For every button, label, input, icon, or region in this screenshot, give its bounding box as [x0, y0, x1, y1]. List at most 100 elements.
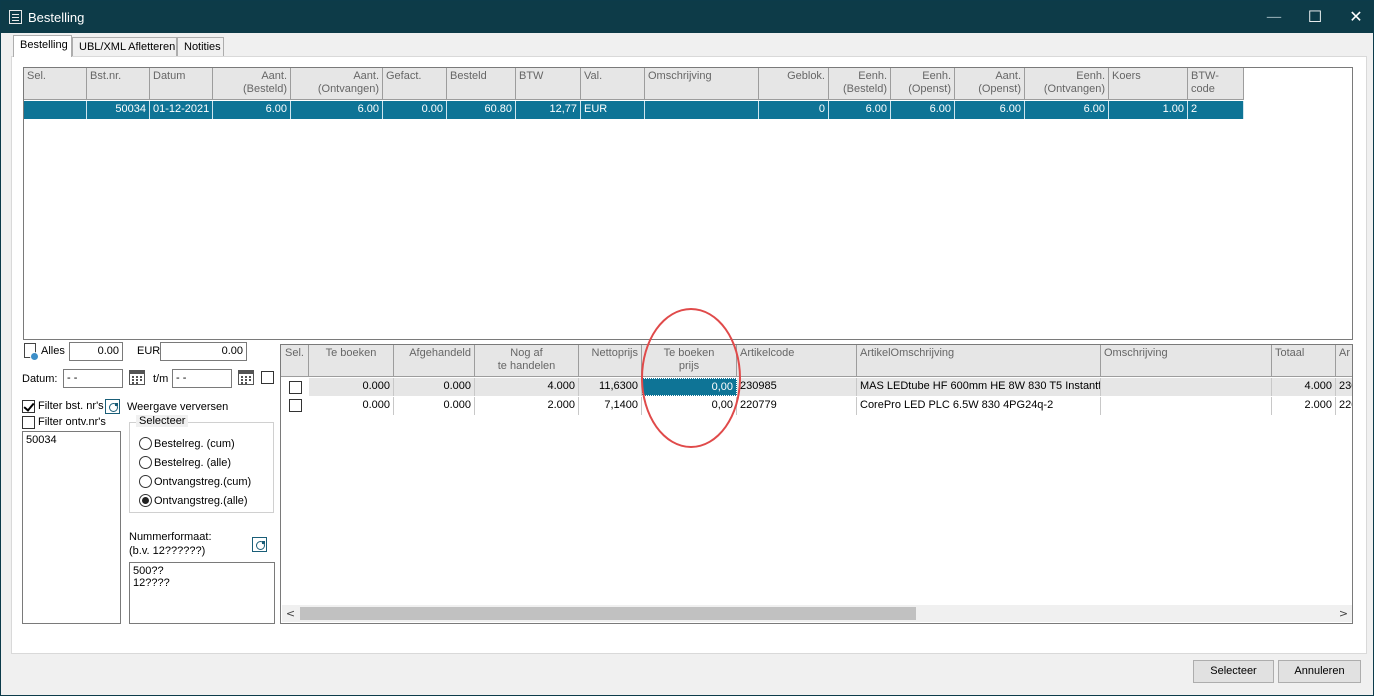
orders-col-btw-code[interactable]: BTW-code	[1188, 68, 1244, 100]
scroll-right-arrow[interactable]: >	[1335, 605, 1352, 622]
date-from-input[interactable]: - -	[63, 369, 123, 388]
orders-col-geblok[interactable]: Geblok.	[759, 68, 829, 100]
orders-cell-eenh-besteld[interactable]: 6.00	[829, 101, 891, 119]
document-icon[interactable]	[24, 343, 39, 361]
lines-col-artikelcode[interactable]: Artikelcode	[737, 345, 857, 377]
tab-ubl-xml-afletteren[interactable]: UBL/XML Afletteren	[72, 37, 177, 56]
orders-col-val[interactable]: Val.	[581, 68, 645, 100]
lines-col-artikelomschrijving[interactable]: ArtikelOmschrijving	[857, 345, 1101, 377]
calendar-from-icon[interactable]	[129, 370, 145, 385]
tab-bestelling[interactable]: Bestelling	[13, 35, 72, 57]
orders-cell-aant-ontvangen[interactable]: 6.00	[291, 101, 383, 119]
line-cell-artikelcode[interactable]: 230985	[737, 378, 857, 396]
orders-cell-geblok[interactable]: 0	[759, 101, 829, 119]
orders-cell-sel[interactable]	[24, 101, 87, 119]
minimize-button[interactable]: —	[1251, 1, 1297, 33]
line-cell-te-boeken-prijs[interactable]: 0,00	[642, 378, 737, 396]
calendar-to-icon[interactable]	[238, 370, 254, 385]
orders-col-eenh-openst[interactable]: Eenh. (Openst)	[891, 68, 955, 100]
nummerformaat-list[interactable]: 500?? 12????	[129, 562, 275, 624]
radio-bestelreg-alle-label[interactable]: Bestelreg. (alle)	[154, 457, 231, 469]
maximize-button[interactable]: ☐	[1292, 1, 1338, 33]
line-cell-te-boeken[interactable]: 0.000	[309, 378, 394, 396]
lines-col-te-boeken-prijs[interactable]: Te boeken prijs	[642, 345, 737, 377]
radio-bestelreg-cum[interactable]	[139, 437, 152, 450]
orders-col-sel[interactable]: Sel.	[24, 68, 87, 100]
line-cell-artikelomschrijving[interactable]: MAS LEDtube HF 600mm HE 8W 830 T5 Instan…	[857, 378, 1101, 396]
orders-col-gefact[interactable]: Gefact.	[383, 68, 447, 100]
line-cell-artikelcode[interactable]: 220779	[737, 397, 857, 415]
orders-cell-btw[interactable]: 12,77	[516, 101, 581, 119]
orders-cell-bstnr[interactable]: 50034	[87, 101, 150, 119]
orders-cell-eenh-ontvangen[interactable]: 6.00	[1025, 101, 1109, 119]
selecteer-button[interactable]: Selecteer	[1193, 660, 1274, 683]
orders-cell-gefact[interactable]: 0.00	[383, 101, 447, 119]
format-item[interactable]: 500??	[133, 565, 271, 577]
radio-ontvangstreg-cum[interactable]	[139, 475, 152, 488]
radio-ontvangstreg-alle[interactable]	[139, 494, 152, 507]
order-number-item[interactable]: 50034	[26, 434, 117, 446]
orders-grid[interactable]: Sel. Bst.nr. Datum Aant. (Besteld) Aant.…	[23, 67, 1353, 340]
lines-col-ar[interactable]: Ar	[1336, 345, 1352, 377]
orders-col-koers[interactable]: Koers	[1109, 68, 1188, 100]
currency-amount-input[interactable]: 0.00	[160, 342, 247, 361]
orders-cell-val[interactable]: EUR	[581, 101, 645, 119]
line-select-checkbox[interactable]	[289, 381, 302, 394]
radio-bestelreg-alle[interactable]	[139, 456, 152, 469]
date-filter-checkbox[interactable]	[261, 371, 274, 384]
orders-cell-datum[interactable]: 01-12-2021	[150, 101, 213, 119]
line-cell-nog-af[interactable]: 2.000	[475, 397, 579, 415]
orders-cell-aant-besteld[interactable]: 6.00	[213, 101, 291, 119]
orders-cell-omschrijving[interactable]	[645, 101, 759, 119]
orders-col-aant-openst[interactable]: Aant. (Openst)	[955, 68, 1025, 100]
lines-col-sel[interactable]: Sel.	[281, 345, 309, 377]
orders-col-eenh-besteld[interactable]: Eenh. (Besteld)	[829, 68, 891, 100]
refresh-label[interactable]: Weergave verversen	[127, 401, 228, 413]
date-to-input[interactable]: - -	[172, 369, 232, 388]
orders-cell-besteld[interactable]: 60.80	[447, 101, 516, 119]
line-cell-omschrijving[interactable]	[1101, 378, 1272, 396]
alles-amount-input[interactable]: 0.00	[69, 342, 123, 361]
line-cell-afgehandeld[interactable]: 0.000	[394, 378, 475, 396]
line-cell-ar[interactable]: 220	[1336, 397, 1352, 415]
orders-col-bstnr[interactable]: Bst.nr.	[87, 68, 150, 100]
lines-horizontal-scrollbar[interactable]: < >	[282, 605, 1352, 622]
line-cell-totaal[interactable]: 2.000	[1272, 397, 1336, 415]
orders-cell-eenh-openst[interactable]: 6.00	[891, 101, 955, 119]
tab-notities[interactable]: Notities	[177, 37, 224, 56]
scroll-thumb[interactable]	[300, 607, 916, 620]
lines-col-nettoprijs[interactable]: Nettoprijs	[579, 345, 642, 377]
radio-bestelreg-cum-label[interactable]: Bestelreg. (cum)	[154, 438, 235, 450]
order-numbers-list[interactable]: 50034	[22, 431, 121, 624]
format-item[interactable]: 12????	[133, 577, 271, 589]
close-button[interactable]: ✕	[1333, 1, 1374, 33]
lines-col-omschrijving[interactable]: Omschrijving	[1101, 345, 1272, 377]
scroll-left-arrow[interactable]: <	[282, 605, 299, 622]
lines-col-totaal[interactable]: Totaal	[1272, 345, 1336, 377]
orders-cell-btw-code[interactable]: 2	[1188, 101, 1244, 119]
line-cell-nettoprijs[interactable]: 7,1400	[579, 397, 642, 415]
line-cell-omschrijving[interactable]	[1101, 397, 1272, 415]
format-refresh-icon[interactable]	[252, 537, 267, 552]
radio-ontvangstreg-alle-label[interactable]: Ontvangstreg.(alle)	[154, 495, 248, 507]
annuleren-button[interactable]: Annuleren	[1278, 660, 1361, 683]
orders-col-besteld[interactable]: Besteld	[447, 68, 516, 100]
filter-ontv-checkbox[interactable]	[22, 416, 35, 429]
line-cell-nog-af[interactable]: 4.000	[475, 378, 579, 396]
line-cell-totaal[interactable]: 4.000	[1272, 378, 1336, 396]
line-cell-te-boeken-prijs[interactable]: 0,00	[642, 397, 737, 415]
lines-col-afgehandeld[interactable]: Afgehandeld	[394, 345, 475, 377]
orders-col-datum[interactable]: Datum	[150, 68, 213, 100]
line-cell-artikelomschrijving[interactable]: CorePro LED PLC 6.5W 830 4PG24q-2	[857, 397, 1101, 415]
orders-col-omschrijving[interactable]: Omschrijving	[645, 68, 759, 100]
line-cell-te-boeken[interactable]: 0.000	[309, 397, 394, 415]
lines-col-nog-af[interactable]: Nog af te handelen	[475, 345, 579, 377]
radio-ontvangstreg-cum-label[interactable]: Ontvangstreg.(cum)	[154, 476, 251, 488]
line-cell-ar[interactable]: 230	[1336, 378, 1352, 396]
refresh-icon[interactable]	[105, 399, 120, 414]
orders-col-eenh-ontvangen[interactable]: Eenh. (Ontvangen)	[1025, 68, 1109, 100]
lines-grid[interactable]: Sel. Te boeken Afgehandeld Nog af te han…	[280, 344, 1353, 624]
filter-bst-checkbox[interactable]	[22, 400, 35, 413]
line-cell-nettoprijs[interactable]: 11,6300	[579, 378, 642, 396]
lines-col-te-boeken[interactable]: Te boeken	[309, 345, 394, 377]
